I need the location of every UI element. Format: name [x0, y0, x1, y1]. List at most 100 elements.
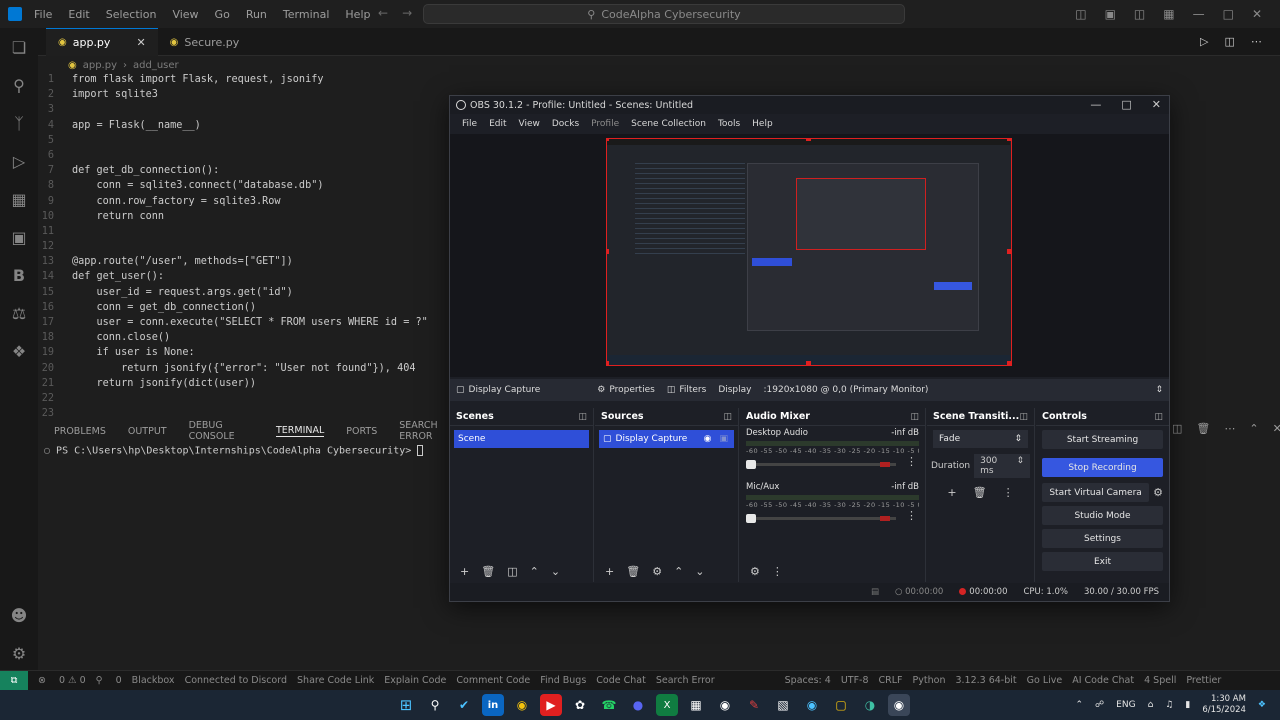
- source-item[interactable]: ▢ Display Capture ◉ ▣: [599, 430, 734, 448]
- move-up-icon[interactable]: ⌃: [530, 565, 539, 578]
- obs-menu-file[interactable]: File: [456, 119, 483, 129]
- menu-view[interactable]: View: [164, 8, 206, 21]
- maximize-icon[interactable]: □: [1121, 98, 1131, 111]
- chrome-icon[interactable]: ◉: [511, 694, 533, 716]
- scene-item[interactable]: Scene: [454, 430, 589, 448]
- move-up-icon[interactable]: ⌃: [674, 565, 683, 578]
- copilot-icon[interactable]: ❖: [1258, 700, 1266, 710]
- split-editor-icon[interactable]: ◫: [1224, 35, 1234, 48]
- terminal[interactable]: ○ PS C:\Users\hp\Desktop\Internships\Cod…: [44, 445, 424, 457]
- panel-tab-problems[interactable]: PROBLEMS: [54, 426, 106, 437]
- close-icon[interactable]: ✕: [1252, 7, 1262, 21]
- menu-file[interactable]: File: [26, 8, 60, 21]
- code-line[interactable]: 10 return conn: [38, 211, 458, 226]
- layout-customize-icon[interactable]: ▦: [1163, 7, 1174, 21]
- obs-menu-tools[interactable]: Tools: [712, 119, 746, 129]
- close-icon[interactable]: ✕: [1152, 98, 1161, 111]
- trash-icon[interactable]: 🗑: [973, 486, 987, 499]
- menu-run[interactable]: Run: [238, 8, 275, 21]
- code-line[interactable]: 5: [38, 135, 458, 150]
- channel-menu-icon[interactable]: ⋮: [906, 455, 917, 468]
- channel-menu-icon[interactable]: ⋮: [906, 509, 917, 522]
- layout-secondary-icon[interactable]: ◫: [1134, 7, 1145, 21]
- add-icon[interactable]: +: [460, 565, 469, 578]
- task-view-icon[interactable]: ✔: [453, 694, 475, 716]
- app-icon[interactable]: ▦: [685, 694, 707, 716]
- visibility-eye-icon[interactable]: ◉: [704, 434, 712, 444]
- virtual-camera-gear-icon[interactable]: ⚙: [1153, 486, 1163, 499]
- code-line[interactable]: 20 return jsonify({"error": "User not fo…: [38, 363, 458, 378]
- status-explain[interactable]: Explain Code: [384, 675, 446, 686]
- code-line[interactable]: 1 from flask import Flask, request, jsoni…: [38, 74, 458, 89]
- status-comment[interactable]: Comment Code: [456, 675, 530, 686]
- status-chat[interactable]: Code Chat: [596, 675, 646, 686]
- trash-icon[interactable]: 🗑: [1196, 422, 1210, 435]
- status-golive[interactable]: Go Live: [1027, 675, 1063, 686]
- tool-icon[interactable]: ✎: [743, 694, 765, 716]
- resize-handle[interactable]: [1007, 139, 1011, 141]
- resize-handle[interactable]: [806, 139, 811, 141]
- undock-icon[interactable]: ◫: [1154, 412, 1163, 422]
- code-line[interactable]: 19 if user is None:: [38, 347, 458, 362]
- status-prettier[interactable]: Prettier: [1186, 675, 1221, 686]
- code-line[interactable]: 2 import sqlite3: [38, 89, 458, 104]
- youtube-icon[interactable]: ▶: [540, 694, 562, 716]
- advanced-audio-icon[interactable]: ⚙: [750, 565, 760, 578]
- transition-select[interactable]: Fade ⇕: [933, 430, 1028, 448]
- start-virtual-camera-button[interactable]: Start Virtual Camera: [1042, 483, 1150, 502]
- minimize-icon[interactable]: —: [1090, 98, 1101, 111]
- maximize-icon[interactable]: □: [1223, 7, 1234, 21]
- code-line[interactable]: 13 @app.route("/user", methods=["GET"]): [38, 256, 458, 271]
- windows-start-icon[interactable]: ⊞: [395, 694, 417, 716]
- code-line[interactable]: 7 def get_db_connection():: [38, 165, 458, 180]
- display-select[interactable]: :1920x1080 @ 0,0 (Primary Monitor) ⇕: [758, 385, 1170, 395]
- move-down-icon[interactable]: ⌄: [551, 565, 560, 578]
- panel-tab-debug-console[interactable]: DEBUG CONSOLE: [189, 420, 254, 442]
- panel-tab-ports[interactable]: PORTS: [346, 426, 377, 437]
- breadcrumb-symbol[interactable]: add_user: [133, 60, 179, 71]
- obs-running-icon[interactable]: ◉: [888, 694, 910, 716]
- undock-icon[interactable]: ◫: [723, 412, 732, 422]
- gear-icon[interactable]: ⚙: [652, 565, 662, 578]
- status-problems[interactable]: ⊗ 0 ⚠ 0: [38, 675, 86, 686]
- stepper-icon[interactable]: ⇕: [1016, 456, 1024, 476]
- status-ports[interactable]: ⚲ 0: [96, 675, 122, 686]
- status-discord[interactable]: Connected to Discord: [185, 675, 287, 686]
- code-line[interactable]: 21 return jsonify(dict(user)): [38, 378, 458, 393]
- obs-menu-scene-collection[interactable]: Scene Collection: [625, 119, 712, 129]
- status-share[interactable]: Share Code Link: [297, 675, 374, 686]
- manage-gear-icon[interactable]: ⚙: [0, 634, 38, 672]
- undock-icon[interactable]: ◫: [578, 412, 587, 422]
- studio-mode-button[interactable]: Studio Mode: [1042, 506, 1163, 525]
- terminal-icon[interactable]: ▧: [772, 694, 794, 716]
- obs-menu-view[interactable]: View: [513, 119, 546, 129]
- wifi-icon[interactable]: ⌂: [1148, 700, 1154, 710]
- status-encoding[interactable]: UTF-8: [841, 675, 869, 686]
- resize-handle[interactable]: [607, 249, 609, 254]
- code-line[interactable]: 11: [38, 226, 458, 241]
- status-bugs[interactable]: Find Bugs: [540, 675, 586, 686]
- obs-preview[interactable]: [450, 134, 1169, 377]
- code-line[interactable]: 16 conn = get_db_connection(): [38, 302, 458, 317]
- filters-button[interactable]: ◫ Filters: [661, 385, 713, 395]
- obs-icon[interactable]: ◉: [714, 694, 736, 716]
- code-line[interactable]: 22: [38, 393, 458, 408]
- filter-icon[interactable]: ◫: [507, 565, 517, 578]
- menu-selection[interactable]: Selection: [98, 8, 165, 21]
- transition-menu-icon[interactable]: ⋮: [1003, 486, 1014, 499]
- tab-app-py[interactable]: ◉ app.py ✕: [46, 28, 158, 56]
- status-eol[interactable]: CRLF: [879, 675, 903, 686]
- menu-terminal[interactable]: Terminal: [275, 8, 338, 21]
- status-ai-chat[interactable]: AI Code Chat: [1072, 675, 1134, 686]
- back-arrow-icon[interactable]: ←: [378, 6, 388, 20]
- tab-close-icon[interactable]: ✕: [136, 36, 145, 49]
- resize-handle[interactable]: [607, 139, 609, 141]
- testing-icon[interactable]: ⚖: [0, 294, 38, 332]
- edge-icon[interactable]: ◑: [859, 694, 881, 716]
- undock-icon[interactable]: ◫: [1019, 412, 1028, 422]
- extensions-icon[interactable]: ▦: [0, 180, 38, 218]
- tab-secure-py[interactable]: ◉ Secure.py: [158, 28, 252, 56]
- code-line[interactable]: 17 user = conn.execute("SELECT * FROM us…: [38, 317, 458, 332]
- trash-icon[interactable]: 🗑: [481, 565, 495, 578]
- duration-input[interactable]: 300 ms ⇕: [974, 454, 1030, 478]
